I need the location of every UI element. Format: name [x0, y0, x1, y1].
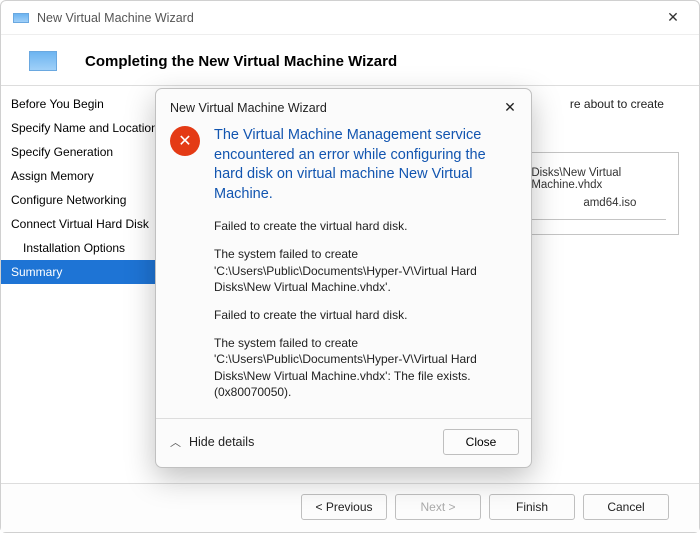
titlebar: New Virtual Machine Wizard ✕	[1, 1, 699, 35]
dialog-title: New Virtual Machine Wizard	[170, 101, 327, 115]
dialog-para-2: The system failed to create 'C:\Users\Pu…	[214, 246, 513, 295]
close-icon[interactable]: ✕	[653, 9, 693, 26]
dialog-titlebar: New Virtual Machine Wizard ✕	[156, 89, 531, 122]
dialog-para-3: Failed to create the virtual hard disk.	[214, 307, 513, 323]
wizard-footer: < Previous Next > Finish Cancel	[1, 483, 699, 532]
sidebar-item-specify-name[interactable]: Specify Name and Location	[1, 116, 173, 140]
dialog-close-icon[interactable]: ✕	[499, 99, 521, 116]
cancel-button[interactable]: Cancel	[583, 494, 669, 520]
page-title: Completing the New Virtual Machine Wizar…	[85, 53, 397, 70]
info-value-vhd: Disks\New Virtual Machine.vhdx	[531, 167, 666, 191]
chevron-up-icon: ︿	[170, 434, 181, 450]
dialog-footer: ︿ Hide details Close	[156, 418, 531, 467]
wizard-sidebar: Before You Begin Specify Name and Locati…	[1, 86, 173, 483]
dialog-heading: The Virtual Machine Management service e…	[214, 126, 513, 204]
sidebar-item-specify-generation[interactable]: Specify Generation	[1, 140, 173, 164]
dialog-content: The Virtual Machine Management service e…	[214, 126, 513, 412]
sidebar-item-summary[interactable]: Summary	[1, 260, 173, 284]
vm-monitor-icon	[29, 51, 57, 71]
sidebar-item-before-you-begin[interactable]: Before You Begin	[1, 92, 173, 116]
dialog-body: ✕ The Virtual Machine Management service…	[156, 122, 531, 418]
page-header: Completing the New Virtual Machine Wizar…	[1, 35, 699, 85]
dialog-para-4: The system failed to create 'C:\Users\Pu…	[214, 335, 513, 400]
dialog-close-button[interactable]: Close	[443, 429, 519, 455]
previous-button[interactable]: < Previous	[301, 494, 387, 520]
next-button: Next >	[395, 494, 481, 520]
hide-details-label: Hide details	[189, 435, 254, 449]
finish-button[interactable]: Finish	[489, 494, 575, 520]
info-value-os: amd64.iso	[583, 197, 636, 209]
sidebar-item-assign-memory[interactable]: Assign Memory	[1, 164, 173, 188]
sidebar-item-configure-networking[interactable]: Configure Networking	[1, 188, 173, 212]
sidebar-item-installation-options[interactable]: Installation Options	[1, 236, 173, 260]
window-title: New Virtual Machine Wizard	[37, 11, 653, 25]
sidebar-item-connect-vhd[interactable]: Connect Virtual Hard Disk	[1, 212, 173, 236]
error-dialog: New Virtual Machine Wizard ✕ ✕ The Virtu…	[155, 88, 532, 468]
error-icon: ✕	[170, 126, 200, 156]
dialog-para-1: Failed to create the virtual hard disk.	[214, 218, 513, 234]
hide-details-toggle[interactable]: ︿ Hide details	[170, 434, 254, 450]
app-icon	[13, 13, 29, 23]
